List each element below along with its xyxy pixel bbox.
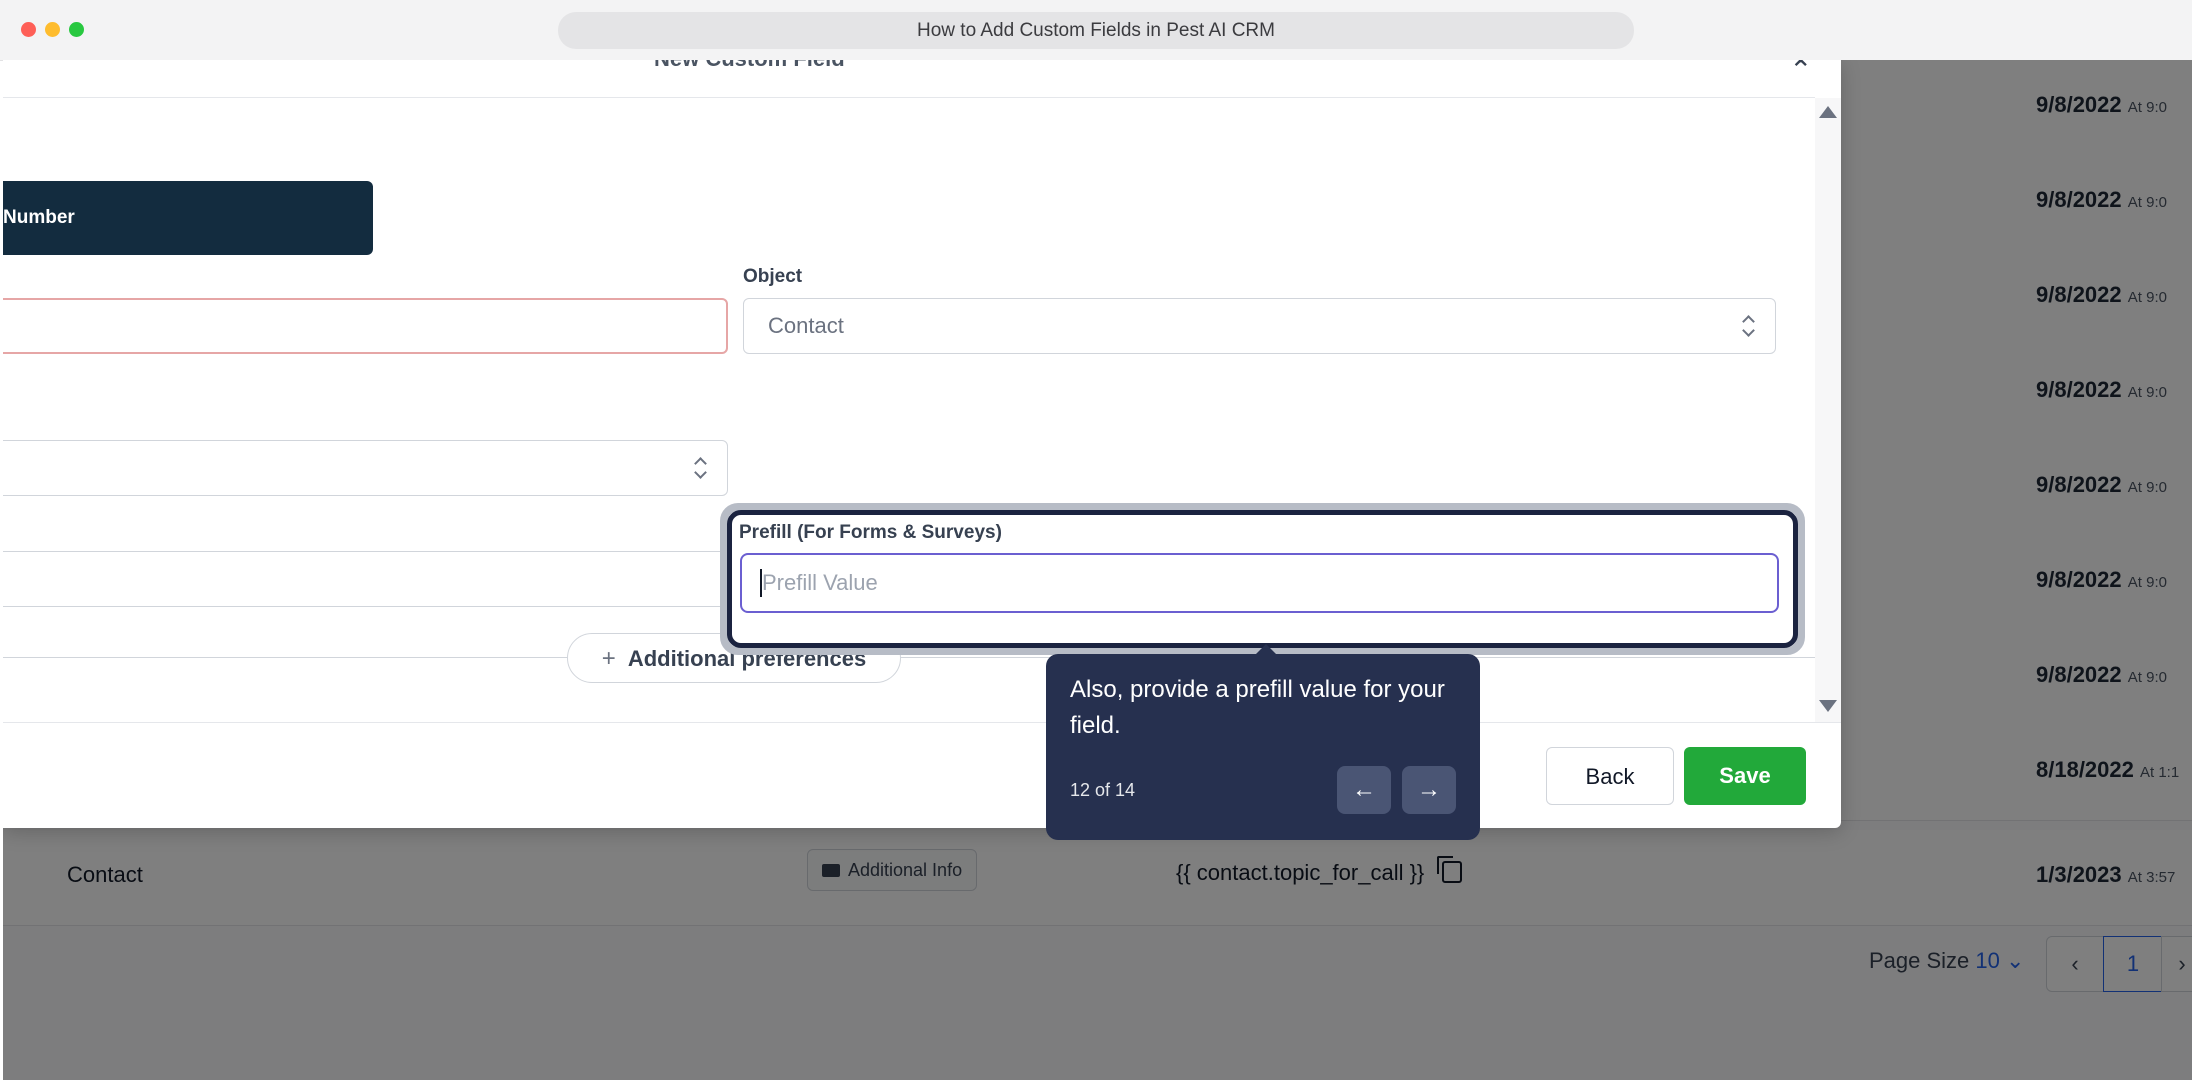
scroll-up-icon[interactable] — [1819, 106, 1837, 118]
maximize-window-button[interactable] — [69, 22, 84, 37]
text-caret — [760, 569, 762, 597]
select-arrows-icon — [695, 455, 707, 481]
back-button[interactable]: Back — [1546, 747, 1674, 805]
tooltip-text: Also, provide a prefill value for your f… — [1070, 676, 1445, 739]
preferences-divider — [3, 657, 1815, 658]
window-title: How to Add Custom Fields in Pest AI CRM — [558, 12, 1634, 49]
arrow-left-icon: ← — [1352, 776, 1376, 803]
tooltip-next-button[interactable]: → — [1402, 766, 1456, 814]
chevron-up-icon[interactable]: ⌄ — [1789, 60, 1812, 85]
field-name-input[interactable] — [3, 298, 728, 354]
prefill-label: Prefill (For Forms & Surveys) — [739, 522, 1002, 543]
page-viewport: 9/8/2022 At 9:0 9/8/2022 At 9:0 9/8/2022… — [3, 60, 2192, 1080]
modal-title: New Custom Field — [654, 60, 845, 72]
modal-header-divider — [3, 97, 1815, 98]
plus-icon: + — [601, 645, 616, 672]
field-type-card[interactable]: Number — [3, 181, 373, 255]
minimize-window-button[interactable] — [45, 22, 60, 37]
scroll-down-icon[interactable] — [1819, 700, 1837, 712]
prefill-field-highlight: Prefill (For Forms & Surveys) Prefill Va… — [727, 510, 1798, 648]
guide-tooltip: Also, provide a prefill value for your f… — [1046, 644, 1480, 840]
prefill-input[interactable]: Prefill Value — [740, 553, 1779, 613]
folder-select[interactable] — [3, 440, 728, 496]
new-custom-field-modal: New Custom Field ⌄ Number Object Contact… — [3, 60, 1841, 828]
modal-scrollbar[interactable] — [1815, 98, 1841, 722]
tooltip-prev-button[interactable]: ← — [1337, 766, 1391, 814]
arrow-right-icon: → — [1417, 776, 1441, 803]
modal-footer-divider — [3, 722, 1841, 723]
tooltip-step-counter: 12 of 14 — [1070, 780, 1136, 800]
close-window-button[interactable] — [21, 22, 36, 37]
object-select[interactable]: Contact — [743, 298, 1776, 354]
object-label: Object — [743, 266, 803, 287]
select-arrows-icon — [1743, 313, 1755, 339]
placeholder-input[interactable] — [3, 551, 728, 607]
window-titlebar: How to Add Custom Fields in Pest AI CRM — [0, 0, 2192, 61]
save-button[interactable]: Save — [1684, 747, 1806, 805]
